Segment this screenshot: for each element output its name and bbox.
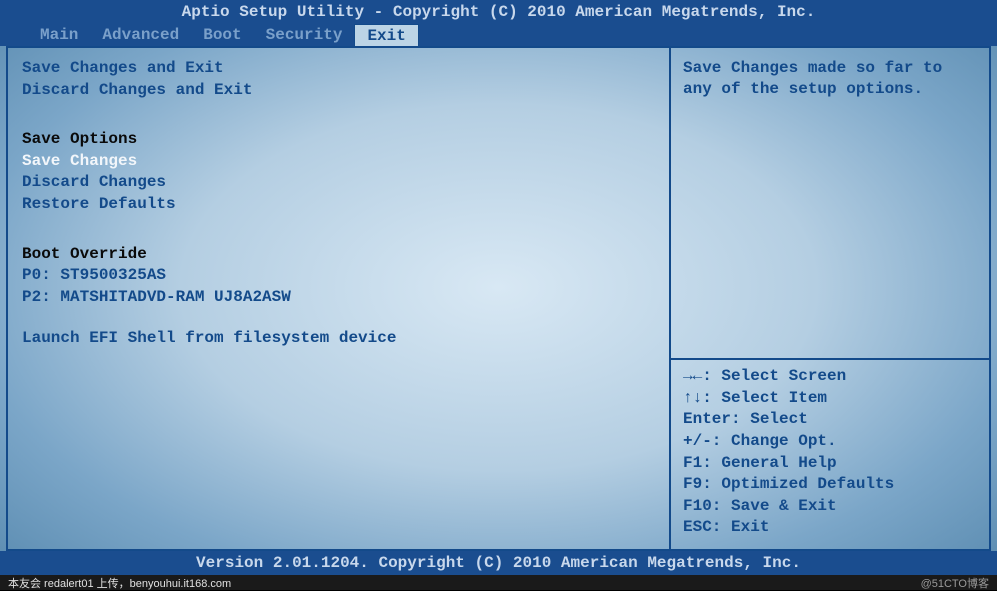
tab-bar: Main Advanced Boot Security Exit xyxy=(0,24,997,46)
tab-main[interactable]: Main xyxy=(28,24,90,46)
key-esc: ESC: Exit xyxy=(683,517,977,539)
menu-boot-p0[interactable]: P0: ST9500325AS xyxy=(22,265,655,287)
content-area: Save Changes and Exit Discard Changes an… xyxy=(6,46,991,551)
menu-launch-efi[interactable]: Launch EFI Shell from filesystem device xyxy=(22,328,655,350)
spacer xyxy=(22,308,655,328)
tab-security[interactable]: Security xyxy=(254,24,355,46)
bios-screen: Aptio Setup Utility - Copyright (C) 2010… xyxy=(0,0,997,575)
bottom-strip: 本友会 redalert01 上传，benyouhui.it168.com @5… xyxy=(0,575,997,590)
key-change-opt: +/-: Change Opt. xyxy=(683,431,977,453)
key-f10: F10: Save & Exit xyxy=(683,496,977,518)
key-select-item: ↑↓: Select Item xyxy=(683,388,977,410)
left-panel: Save Changes and Exit Discard Changes an… xyxy=(8,48,671,549)
key-f9: F9: Optimized Defaults xyxy=(683,474,977,496)
title-bar: Aptio Setup Utility - Copyright (C) 2010… xyxy=(0,0,997,24)
right-panel: Save Changes made so far to any of the s… xyxy=(671,48,989,549)
menu-save-changes[interactable]: Save Changes xyxy=(22,151,655,173)
menu-boot-p2[interactable]: P2: MATSHITADVD-RAM UJ8A2ASW xyxy=(22,287,655,309)
tab-exit[interactable]: Exit xyxy=(354,24,418,46)
spacer xyxy=(22,216,655,236)
header-save-options: Save Options xyxy=(22,129,655,151)
key-f1: F1: General Help xyxy=(683,453,977,475)
tab-advanced[interactable]: Advanced xyxy=(90,24,191,46)
menu-restore-defaults[interactable]: Restore Defaults xyxy=(22,194,655,216)
key-select-screen: →←: Select Screen xyxy=(683,366,977,388)
help-keys: →←: Select Screen ↑↓: Select Item Enter:… xyxy=(671,358,989,549)
menu-discard-changes[interactable]: Discard Changes xyxy=(22,172,655,194)
header-boot-override: Boot Override xyxy=(22,244,655,266)
key-enter: Enter: Select xyxy=(683,409,977,431)
upload-credit: 本友会 redalert01 上传，benyouhui.it168.com xyxy=(8,575,231,591)
help-description: Save Changes made so far to any of the s… xyxy=(671,48,989,358)
spacer xyxy=(22,101,655,121)
tab-boot[interactable]: Boot xyxy=(191,24,253,46)
menu-save-exit[interactable]: Save Changes and Exit xyxy=(22,58,655,80)
watermark: @51CTO博客 xyxy=(921,575,989,591)
footer-bar: Version 2.01.1204. Copyright (C) 2010 Am… xyxy=(0,551,997,575)
menu-discard-exit[interactable]: Discard Changes and Exit xyxy=(22,80,655,102)
